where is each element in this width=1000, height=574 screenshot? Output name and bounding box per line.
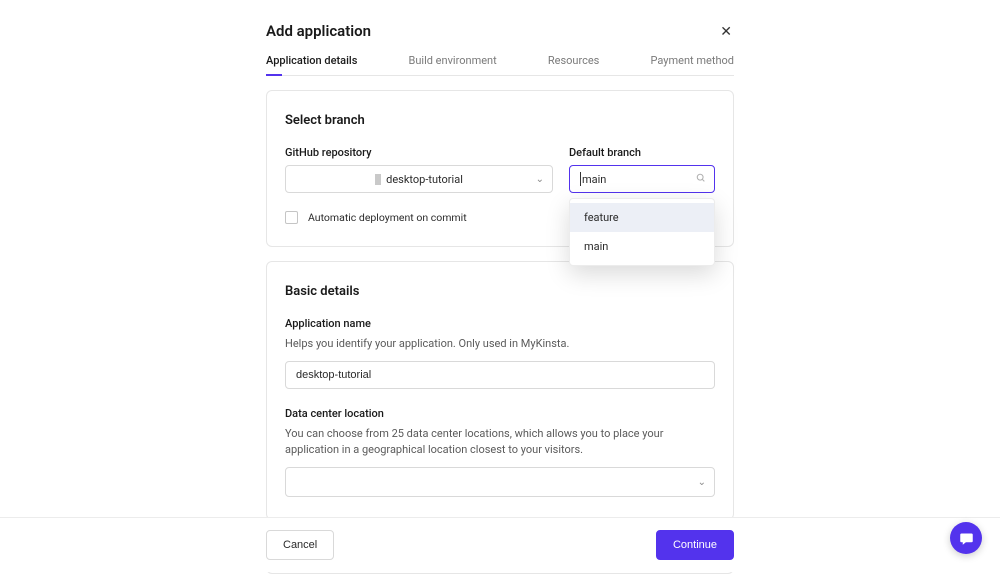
tab-build-environment[interactable]: Build environment (408, 54, 496, 75)
branch-dropdown: feature main (569, 198, 715, 266)
default-branch-select[interactable]: main (569, 165, 715, 193)
chat-icon (959, 531, 974, 546)
text-caret (580, 172, 581, 186)
basic-details-card: Basic details Application name Helps you… (266, 261, 734, 520)
close-icon: ✕ (720, 23, 732, 39)
page-title: Add application (266, 22, 371, 40)
data-center-select[interactable]: ⌄ (285, 467, 715, 497)
github-repo-select[interactable]: desktop-tutorial ⌄ (285, 165, 553, 193)
autodeploy-label: Automatic deployment on commit (308, 211, 467, 224)
branch-option-main[interactable]: main (570, 232, 714, 261)
tab-payment-method[interactable]: Payment method (651, 54, 734, 75)
chat-widget-button[interactable] (950, 522, 982, 554)
cancel-button[interactable]: Cancel (266, 530, 334, 560)
continue-button[interactable]: Continue (656, 530, 734, 560)
autodeploy-checkbox[interactable] (285, 211, 298, 224)
search-icon (696, 173, 706, 186)
branch-option-feature[interactable]: feature (570, 203, 714, 232)
select-branch-title: Select branch (285, 113, 715, 128)
repo-icon (375, 174, 381, 185)
app-name-label: Application name (285, 317, 715, 330)
github-repo-label: GitHub repository (285, 146, 553, 159)
app-name-input[interactable] (285, 361, 715, 389)
tab-resources[interactable]: Resources (548, 54, 600, 75)
github-repo-value: desktop-tutorial (386, 173, 463, 186)
close-button[interactable]: ✕ (718, 22, 734, 40)
chevron-down-icon: ⌄ (698, 477, 706, 488)
tab-application-details[interactable]: Application details (266, 54, 357, 75)
chevron-down-icon: ⌄ (536, 174, 544, 185)
default-branch-label: Default branch (569, 146, 715, 159)
select-branch-card: Select branch GitHub repository desktop-… (266, 90, 734, 247)
default-branch-value: main (582, 173, 606, 186)
step-tabs: Application details Build environment Re… (266, 54, 734, 76)
data-center-help: You can choose from 25 data center locat… (285, 426, 715, 457)
basic-details-title: Basic details (285, 284, 715, 299)
footer-bar: Cancel Continue (0, 517, 1000, 572)
data-center-label: Data center location (285, 407, 715, 420)
app-name-help: Helps you identify your application. Onl… (285, 336, 715, 351)
